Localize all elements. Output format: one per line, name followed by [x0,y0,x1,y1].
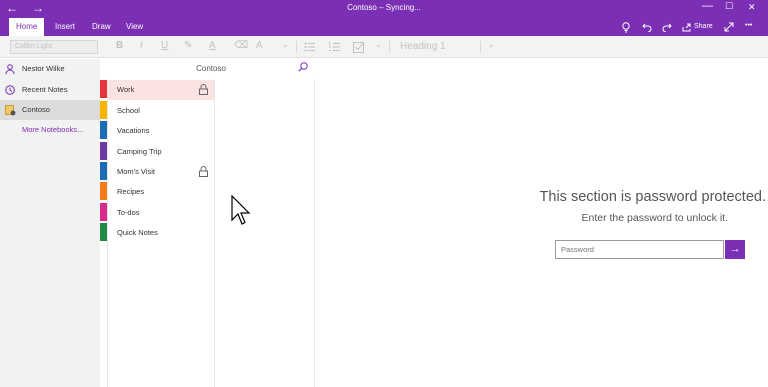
tab-insert[interactable]: Insert [48,18,82,36]
lock-icon [199,166,208,177]
title-bar: ← → Contoso – Syncing... — ☐ ✕ [0,0,768,18]
bullet-list-icon[interactable] [304,42,315,52]
lock-icon [199,84,208,95]
font-color-button[interactable]: A [209,40,216,51]
ribbon-tabs: Home Insert Draw View Share ••• [0,18,768,36]
highlight-button[interactable]: ✎ [184,40,192,51]
recent-notes-label: Recent Notes [22,85,68,94]
font-name-select[interactable]: Calibri Light [10,40,98,54]
section-color-tab [100,142,107,160]
section-label: Work [117,85,135,94]
notebook-item-contoso[interactable]: Contoso [0,100,100,120]
password-input[interactable] [555,240,724,259]
chevron-down-icon[interactable]: ⌄ [488,40,495,49]
tab-draw[interactable]: Draw [85,18,118,36]
section-color-tab [100,121,107,139]
section-item-school[interactable]: School [107,101,214,121]
divider [480,41,481,53]
numbered-list-icon[interactable] [329,42,340,52]
section-color-tab [100,101,107,119]
close-button[interactable]: ✕ [748,2,756,13]
more-icon[interactable]: ••• [745,22,752,29]
person-icon [5,64,15,74]
unlock-button[interactable]: → [725,240,745,259]
section-color-tab [100,162,107,180]
divider [389,41,390,53]
notebook-icon [5,105,16,116]
italic-button[interactable]: I [140,40,143,51]
section-item-camping-trip[interactable]: Camping Trip [107,142,214,162]
text-styles-button[interactable]: A [256,40,263,51]
redo-icon[interactable] [662,23,672,32]
style-select[interactable]: Heading 1 [396,40,478,54]
password-protected-subtitle: Enter the password to unlock it. [581,212,729,224]
recent-notes-item[interactable]: Recent Notes [0,80,100,100]
tab-view[interactable]: View [119,18,150,36]
share-button[interactable]: Share [694,23,713,30]
section-item-work[interactable]: Work [107,80,214,100]
section-item-vacations[interactable]: Vacations [107,121,214,141]
tab-home[interactable]: Home [9,18,45,36]
undo-icon[interactable] [642,23,652,32]
formatting-toolbar: Calibri Light B I U ✎ A ⌫ A ⌄ ⌄ Heading … [0,36,768,58]
chevron-down-icon[interactable]: ⌄ [282,40,289,49]
share-icon[interactable] [682,23,692,32]
section-color-tab [100,80,107,98]
maximize-button[interactable]: ☐ [725,1,733,12]
lightbulb-icon[interactable] [622,22,630,33]
bold-button[interactable]: B [116,40,123,51]
fullscreen-icon[interactable] [724,22,734,32]
underline-button[interactable]: U [161,40,168,51]
section-item-quick-notes[interactable]: Quick Notes [107,223,214,243]
clear-format-button[interactable]: ⌫ [234,40,248,51]
account-name: Nestor Wilke [22,64,65,73]
search-icon[interactable] [298,62,308,72]
pages-list [214,79,315,387]
chevron-down-icon[interactable]: ⌄ [375,40,382,49]
sections-header: Contoso [196,64,226,73]
password-protected-title: This section is password protected. [539,189,766,205]
notebook-label: Contoso [22,105,50,114]
minimize-button[interactable]: — [702,0,713,12]
section-item-moms-visit[interactable]: Mom's Visit [107,162,214,182]
section-color-tab [100,223,107,241]
window-title: Contoso – Syncing... [347,3,421,12]
account-item[interactable]: Nestor Wilke [0,59,100,79]
divider [296,41,297,53]
clock-icon [5,85,15,95]
checkbox-icon[interactable] [353,41,365,53]
more-notebooks-link[interactable]: More Notebooks... [0,120,100,140]
section-label: Mom's Visit [117,167,155,176]
